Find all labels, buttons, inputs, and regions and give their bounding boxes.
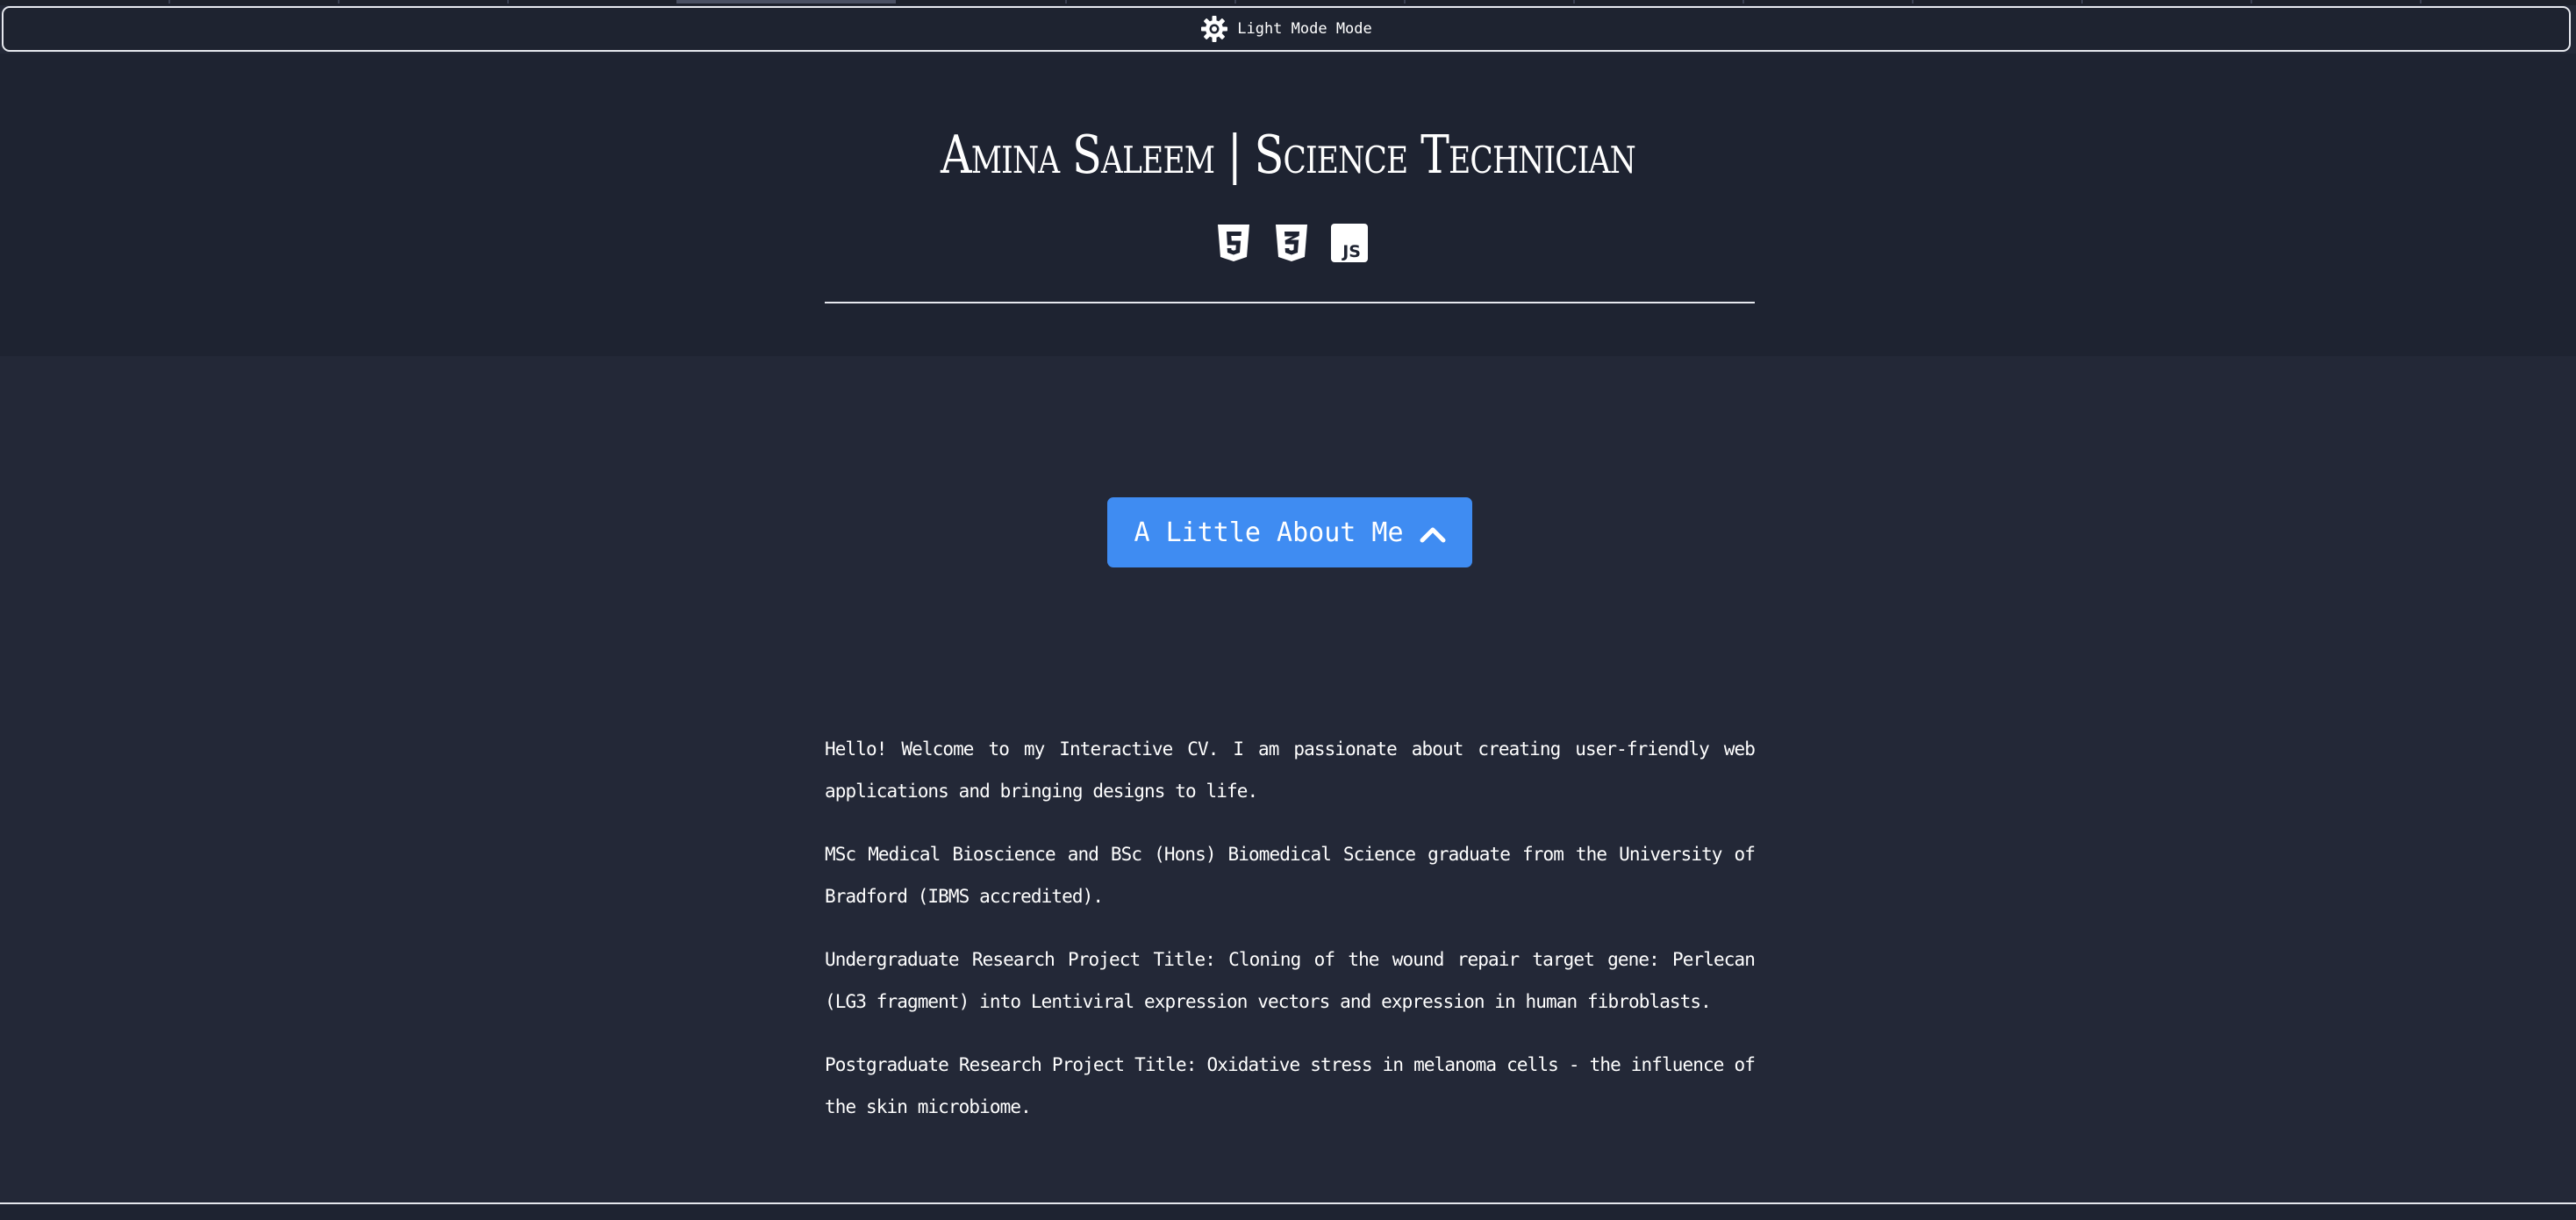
about-me-toggle-button[interactable]: A Little About Me xyxy=(1107,497,1472,567)
browser-tab-strip xyxy=(0,0,2576,5)
javascript-icon: JS xyxy=(1331,224,1368,262)
chevron-up-icon xyxy=(1420,520,1446,543)
about-paragraph: MSc Medical Bioscience and BSc (Hons) Bi… xyxy=(825,844,1756,907)
about-me-content: Hello! Welcome to my Interactive CV. I a… xyxy=(825,728,1756,1149)
about-paragraph: Hello! Welcome to my Interactive CV. I a… xyxy=(825,738,1756,802)
tech-icons: JS xyxy=(0,223,2576,263)
sun-gear-icon xyxy=(1200,15,1228,43)
light-mode-toggle[interactable]: Light Mode Mode xyxy=(2,6,2571,52)
light-mode-label: Light Mode Mode xyxy=(1237,20,1372,38)
about-paragraph: Postgraduate Research Project Title: Oxi… xyxy=(825,1054,1756,1117)
svg-text:JS: JS xyxy=(1341,242,1361,261)
about-paragraph: Undergraduate Research Project Title: Cl… xyxy=(825,949,1756,1012)
html5-icon xyxy=(1218,225,1249,261)
header-divider xyxy=(825,302,1755,303)
page-header xyxy=(0,54,2576,356)
css3-icon xyxy=(1276,225,1307,261)
page-title: Amina Saleem | Science Technician xyxy=(941,125,1636,186)
about-me-button-label: A Little About Me xyxy=(1134,517,1404,548)
page-footer xyxy=(0,1204,2576,1220)
